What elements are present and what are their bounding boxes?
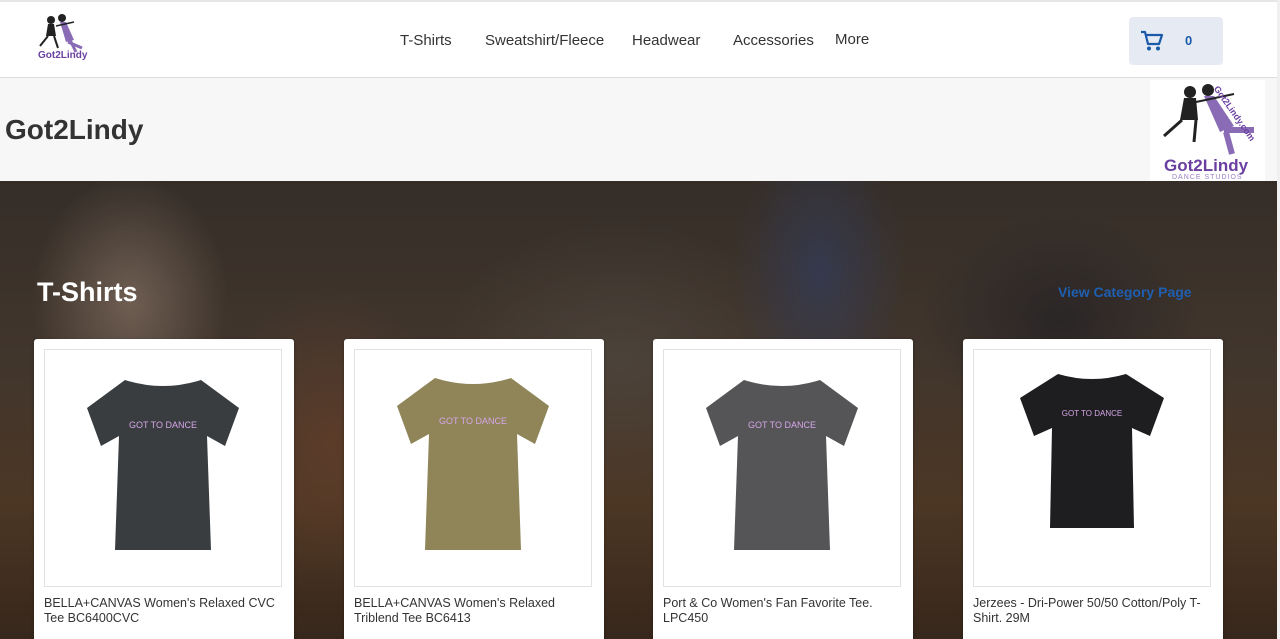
product-name[interactable]: Jerzees - Dri-Power 50/50 Cotton/Poly T-…	[973, 596, 1211, 626]
nav-item-sweatshirt-fleece[interactable]: Sweatshirt/Fleece	[485, 32, 604, 49]
tshirt-graphic	[706, 380, 858, 550]
product-card[interactable]: GOT TO DANCE Port & Co Women's Fan Favor…	[653, 339, 913, 639]
nav-item-headwear[interactable]: Headwear	[632, 32, 700, 49]
product-name[interactable]: BELLA+CANVAS Women's Relaxed CVC Tee BC6…	[44, 596, 282, 626]
nav-item-t-shirts[interactable]: T-Shirts	[400, 32, 452, 49]
tshirt-print-text: GOT TO DANCE	[439, 416, 507, 426]
cart-button[interactable]: 0	[1129, 17, 1223, 65]
product-card[interactable]: GOT TO DANCE BELLA+CANVAS Women's Relaxe…	[344, 339, 604, 639]
tshirt-print-text: GOT TO DANCE	[129, 420, 197, 430]
product-card[interactable]: GOT TO DANCE BELLA+CANVAS Women's Relaxe…	[34, 339, 294, 639]
product-image[interactable]: GOT TO DANCE	[44, 349, 282, 587]
view-category-link[interactable]: View Category Page	[1058, 284, 1192, 300]
category-hero: T-Shirts View Category Page GOT TO DANCE…	[0, 181, 1280, 639]
product-name[interactable]: Port & Co Women's Fan Favorite Tee. LPC4…	[663, 596, 901, 626]
product-image[interactable]: GOT TO DANCE	[354, 349, 592, 587]
tshirt-graphic	[1020, 374, 1164, 528]
tshirt-graphic	[397, 378, 549, 550]
cart-icon	[1141, 30, 1164, 51]
nav-item-more[interactable]: More	[835, 31, 869, 48]
tshirt-graphic	[87, 380, 239, 550]
tshirt-print-text: GOT TO DANCE	[748, 420, 816, 430]
top-navigation-bar: Got2Lindy T-Shirts Sweatshirt/Fleece Hea…	[0, 0, 1280, 78]
main-menu: T-Shirts Sweatshirt/Fleece Headwear Acce…	[0, 31, 1280, 52]
product-image[interactable]: GOT TO DANCE	[663, 349, 901, 587]
category-title: T-Shirts	[37, 277, 138, 307]
tshirt-print-text: GOT TO DANCE	[1062, 409, 1122, 418]
product-image[interactable]: GOT TO DANCE	[973, 349, 1211, 587]
nav-item-accessories[interactable]: Accessories	[733, 32, 814, 49]
store-banner-logo: Got2Lindy.com Got2Lindy DANCE STUDIOS	[1150, 80, 1265, 181]
page-title: Got2Lindy	[5, 114, 144, 145]
product-card[interactable]: GOT TO DANCE Jerzees - Dri-Power 50/50 C…	[963, 339, 1223, 639]
store-header: Got2Lindy Got2Lindy.com Got2Lindy DANCE …	[0, 78, 1280, 181]
cart-count: 0	[1185, 33, 1193, 48]
banner-logo-text: Got2Lindy	[1164, 156, 1249, 175]
banner-logo-subtext: DANCE STUDIOS	[1172, 174, 1243, 181]
product-name[interactable]: BELLA+CANVAS Women's Relaxed Triblend Te…	[354, 596, 592, 626]
